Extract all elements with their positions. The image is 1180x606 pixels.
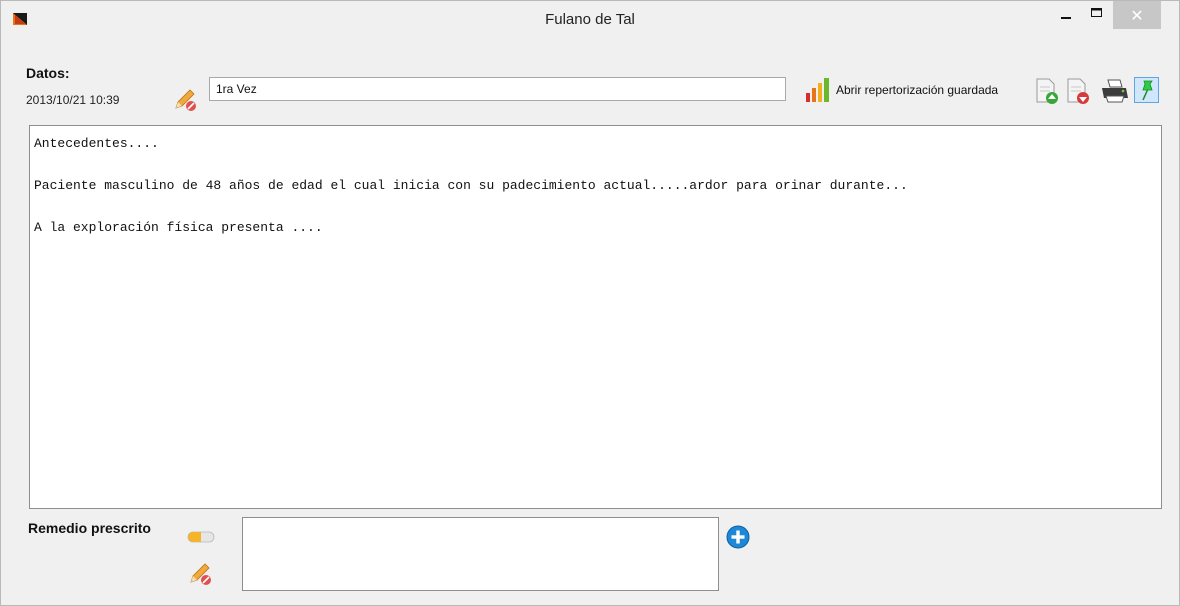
plus-circle-icon[interactable] xyxy=(726,525,750,549)
pencil-edit-icon[interactable] xyxy=(172,86,198,112)
pencil-edit-icon[interactable] xyxy=(187,560,213,586)
close-button[interactable]: ✕ xyxy=(1113,1,1161,29)
maximize-button[interactable] xyxy=(1083,1,1109,29)
maximize-icon xyxy=(1091,8,1102,17)
notes-line xyxy=(34,154,1157,175)
document-add-icon[interactable] xyxy=(1034,77,1060,105)
prescribed-remedy-input[interactable] xyxy=(242,517,719,591)
pill-icon[interactable] xyxy=(187,531,215,543)
minimize-icon xyxy=(1061,17,1071,19)
consultation-type-input[interactable] xyxy=(209,77,786,101)
clinical-notes-textarea[interactable]: Antecedentes.... Paciente masculino de 4… xyxy=(29,125,1162,509)
document-remove-icon[interactable] xyxy=(1065,77,1091,105)
notes-line: Antecedentes.... xyxy=(34,136,159,151)
open-saved-repertorization-link[interactable]: Abrir repertorización guardada xyxy=(836,83,998,97)
notes-line: A la exploración física presenta .... xyxy=(34,220,323,235)
title-bar[interactable]: Fulano de Tal ✕ xyxy=(1,1,1179,38)
notes-line xyxy=(34,196,1157,217)
printer-icon[interactable] xyxy=(1100,78,1130,104)
window-title: Fulano de Tal xyxy=(545,11,635,28)
notes-line: Paciente masculino de 48 años de edad el… xyxy=(34,178,908,193)
prescribed-remedy-label: Remedio prescrito xyxy=(28,520,151,536)
bar-chart-icon[interactable] xyxy=(805,77,831,103)
datos-label: Datos: xyxy=(26,65,70,81)
consultation-timestamp: 2013/10/21 10:39 xyxy=(26,93,120,107)
close-icon: ✕ xyxy=(1130,6,1144,25)
app-window: Fulano de Tal ✕ Datos: 2013/10/21 10:39 … xyxy=(0,0,1180,606)
pushpin-icon xyxy=(1142,80,1153,101)
minimize-button[interactable] xyxy=(1053,1,1079,29)
pin-window-toggle[interactable] xyxy=(1134,77,1159,103)
